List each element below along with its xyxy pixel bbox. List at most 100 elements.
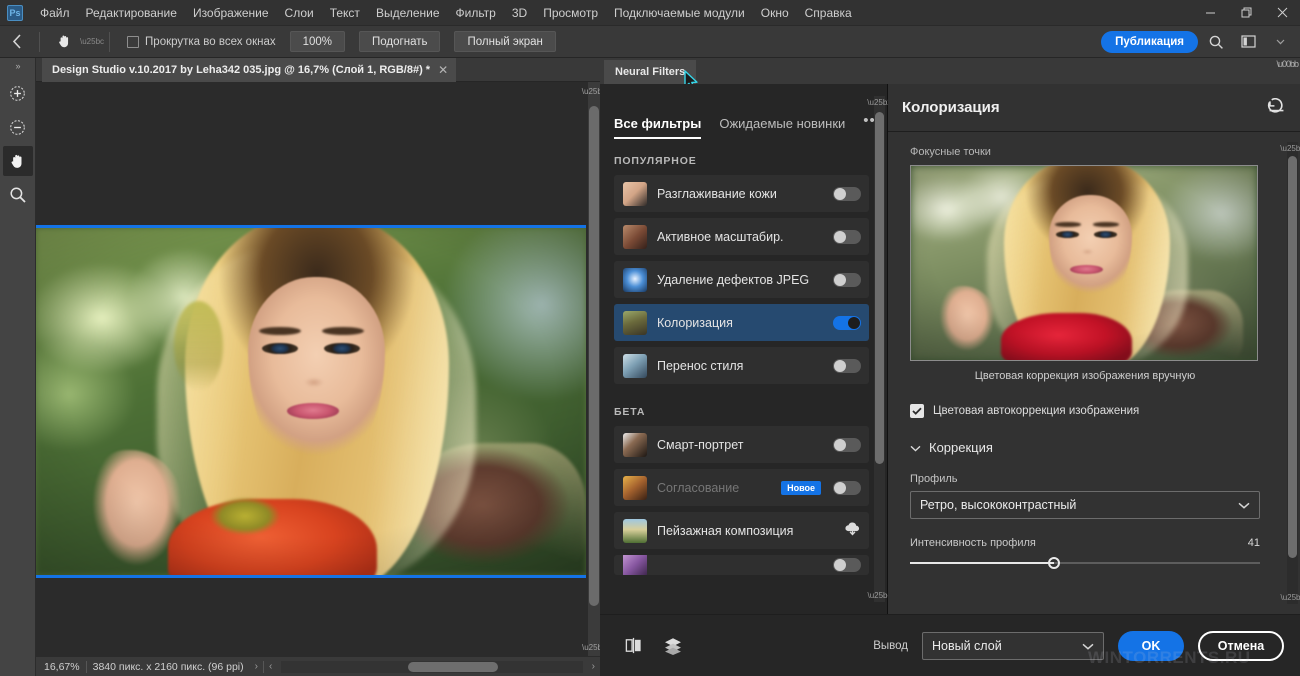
checkbox-box: [910, 404, 924, 418]
panel-expand-icon[interactable]: \u00bb: [1276, 59, 1299, 69]
slider-thumb[interactable]: [1047, 557, 1060, 569]
tool-rail-expand-icon[interactable]: »: [0, 58, 35, 74]
back-button[interactable]: [0, 26, 34, 58]
filter-row-smart-portrait[interactable]: Смарт-портрет: [614, 426, 869, 463]
canvas-vertical-scrollbar[interactable]: \u25b2 \u25bc: [582, 82, 600, 656]
scrollbar-thumb[interactable]: [875, 112, 884, 464]
properties-scrollbar[interactable]: \u25b2 \u25bc: [1280, 142, 1300, 604]
cancel-button[interactable]: Отмена: [1198, 630, 1284, 661]
tab-upcoming-filters[interactable]: Ожидаемые новинки: [719, 116, 845, 139]
filter-toggle[interactable]: [833, 315, 861, 330]
filter-toggle[interactable]: [833, 480, 861, 495]
correction-section-label: Коррекция: [929, 440, 993, 455]
download-icon[interactable]: [844, 521, 861, 541]
options-bar: \u25bc Прокрутка во всех окнах 100% Подо…: [0, 26, 1300, 76]
profile-value: Ретро, высококонтрастный: [920, 498, 1077, 512]
filter-row-super-zoom[interactable]: Активное масштабир.: [614, 218, 869, 255]
filter-toggle[interactable]: [833, 186, 861, 201]
layers-icon[interactable]: [658, 631, 688, 661]
scroll-left-icon[interactable]: ‹: [264, 661, 277, 672]
scroll-up-icon[interactable]: \u25b2: [867, 96, 891, 109]
section-title-popular: ПОПУЛЯРНОЕ: [614, 155, 697, 167]
workspace-icon[interactable]: [1234, 28, 1262, 56]
hand-tool[interactable]: [2, 146, 33, 176]
filter-row-harmonization[interactable]: Согласование Новое: [614, 469, 869, 506]
menu-layers[interactable]: Слои: [277, 2, 322, 24]
restore-button[interactable]: [1228, 0, 1264, 26]
status-expand-icon[interactable]: ›: [250, 661, 263, 672]
scroll-down-icon[interactable]: \u25bc: [867, 589, 891, 602]
scrollbar-thumb[interactable]: [1288, 156, 1297, 558]
profile-select[interactable]: Ретро, высококонтрастный: [910, 491, 1260, 519]
filter-row-landscape-mixer[interactable]: Пейзажная композиция: [614, 512, 869, 549]
scrollbar-thumb[interactable]: [407, 661, 499, 672]
correction-section-header[interactable]: Коррекция: [910, 440, 1276, 455]
slider-fill: [910, 562, 1054, 564]
tool-preset-caret[interactable]: \u25bc: [80, 37, 104, 46]
zoom-level[interactable]: 16,67%: [36, 661, 86, 673]
filter-row-partial[interactable]: [614, 555, 869, 575]
output-select[interactable]: Новый слой: [922, 631, 1104, 660]
menu-edit[interactable]: Редактирование: [78, 2, 185, 24]
filter-toggle[interactable]: [833, 558, 861, 572]
scroll-down-icon[interactable]: \u25bc: [1280, 591, 1300, 604]
workspace-caret-icon[interactable]: [1266, 28, 1294, 56]
menu-image[interactable]: Изображение: [185, 2, 277, 24]
menu-view[interactable]: Просмотр: [535, 2, 606, 24]
auto-color-checkbox[interactable]: Цветовая автокоррекция изображения: [910, 404, 1276, 418]
close-button[interactable]: [1264, 0, 1300, 26]
document-tab[interactable]: Design Studio v.10.2017 by Leha342 035.j…: [42, 58, 457, 82]
filter-toggle[interactable]: [833, 437, 861, 452]
menu-select[interactable]: Выделение: [368, 2, 448, 24]
filter-toggle[interactable]: [833, 358, 861, 373]
filter-row-colorize[interactable]: Колоризация: [614, 304, 869, 341]
menu-help[interactable]: Справка: [797, 2, 860, 24]
close-icon[interactable]: ✕: [438, 63, 448, 77]
tab-neural-filters[interactable]: Neural Filters: [604, 60, 697, 84]
scroll-right-icon[interactable]: ›: [587, 661, 600, 672]
reset-icon[interactable]: [1267, 97, 1286, 118]
search-icon[interactable]: [1202, 28, 1230, 56]
zoom-in-tool[interactable]: [3, 78, 33, 108]
intensity-slider[interactable]: [910, 556, 1260, 570]
canvas-area[interactable]: \u25b2 \u25bc: [36, 82, 600, 656]
filter-row-skin-smoothing[interactable]: Разглаживание кожи: [614, 175, 869, 212]
filter-list-scrollbar[interactable]: \u25b2 \u25bc: [867, 96, 892, 602]
filter-preview-image[interactable]: [910, 165, 1258, 361]
magnifier-tool[interactable]: [3, 180, 33, 210]
filter-toggle[interactable]: [833, 272, 861, 287]
hand-tool-icon[interactable]: [49, 30, 79, 54]
menu-3d[interactable]: 3D: [504, 2, 535, 24]
chevron-down-icon: [1082, 639, 1094, 653]
auto-color-label: Цветовая автокоррекция изображения: [933, 405, 1140, 417]
divider: [39, 31, 40, 52]
document-tab-title: Design Studio v.10.2017 by Leha342 035.j…: [52, 64, 431, 76]
scroll-up-icon[interactable]: \u25b2: [1280, 142, 1300, 155]
menu-window[interactable]: Окно: [753, 2, 797, 24]
scroll-down-icon[interactable]: \u25bc: [582, 640, 600, 654]
minimize-button[interactable]: [1192, 0, 1228, 26]
fit-screen-button[interactable]: Подогнать: [359, 31, 441, 52]
portrait-preview-photo: [911, 166, 1257, 360]
filter-row-style-transfer[interactable]: Перенос стиля: [614, 347, 869, 384]
filter-label: Колоризация: [657, 315, 733, 330]
scroll-all-windows-checkbox[interactable]: Прокрутка во всех окнах: [127, 35, 276, 48]
ok-button[interactable]: OK: [1118, 630, 1184, 661]
footer-actions: Вывод Новый слой OK Отмена: [873, 630, 1284, 661]
before-after-icon[interactable]: [618, 631, 648, 661]
filter-toggle[interactable]: [833, 229, 861, 244]
intensity-value[interactable]: 41: [1248, 537, 1260, 549]
filter-row-jpeg-artifacts[interactable]: Удаление дефектов JPEG: [614, 261, 869, 298]
menu-plugins[interactable]: Подключаемые модули: [606, 2, 753, 24]
canvas-horizontal-scrollbar[interactable]: [281, 660, 583, 673]
zoom-100-button[interactable]: 100%: [289, 31, 346, 52]
menu-filter[interactable]: Фильтр: [448, 2, 504, 24]
full-screen-button[interactable]: Полный экран: [454, 31, 556, 52]
scrollbar-thumb[interactable]: [589, 106, 599, 606]
menu-file[interactable]: Файл: [32, 2, 78, 24]
zoom-out-tool[interactable]: [3, 112, 33, 142]
menu-text[interactable]: Текст: [322, 2, 368, 24]
publish-button[interactable]: Публикация: [1101, 30, 1198, 53]
scroll-up-icon[interactable]: \u25b2: [582, 84, 600, 98]
tab-all-filters[interactable]: Все фильтры: [614, 116, 702, 139]
